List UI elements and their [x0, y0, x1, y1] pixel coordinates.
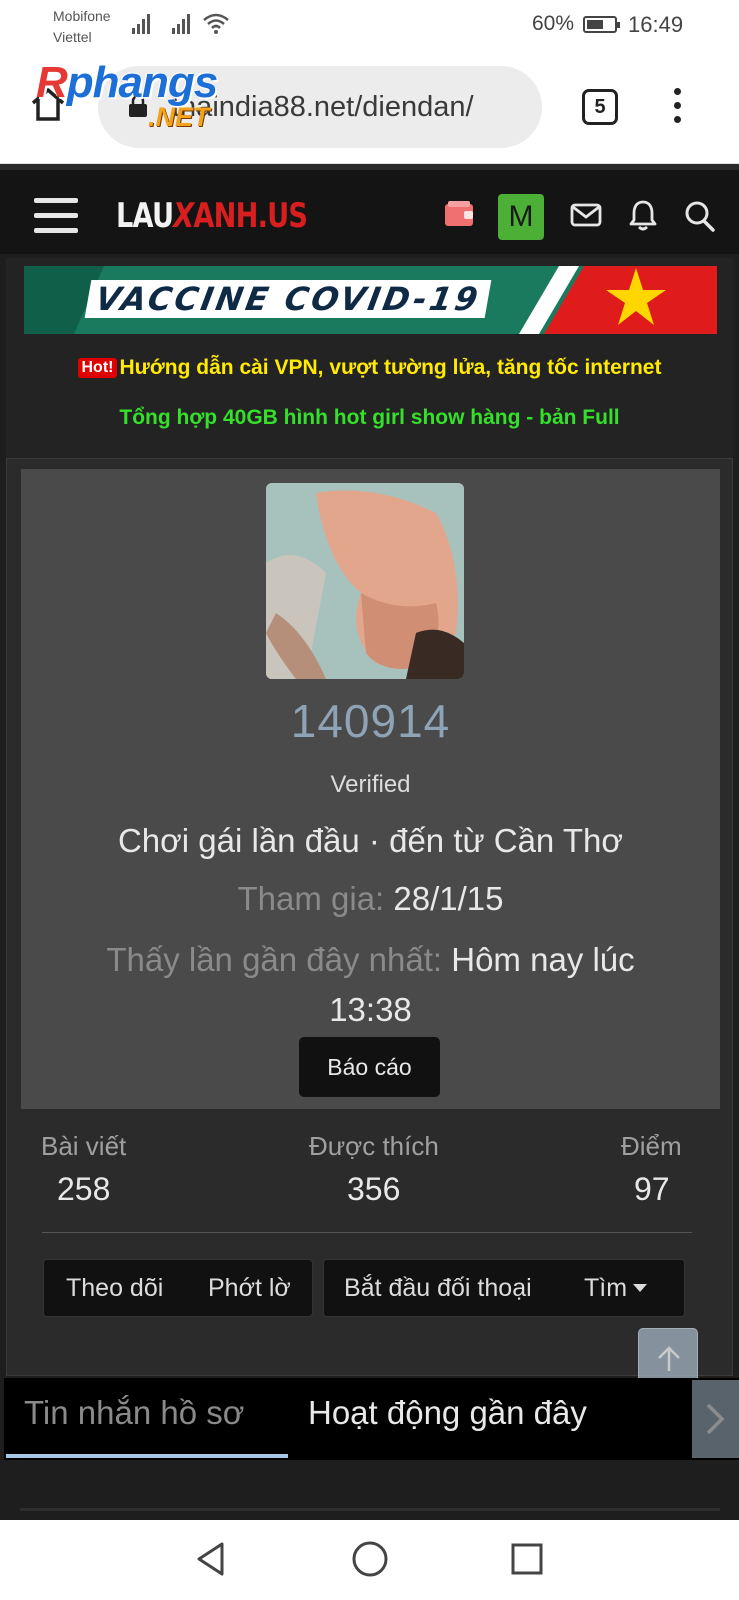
system-nav-bar [0, 1520, 739, 1600]
banner-area: VACCINE COVID-19 Hot! Hướng dẫn cài VPN, … [6, 258, 733, 458]
tabs-scroll-right-button[interactable] [692, 1380, 739, 1458]
home-circle-icon[interactable] [351, 1540, 389, 1578]
profile-tabs: Tin nhắn hồ sơ Hoạt động gần đây [4, 1378, 739, 1460]
profile-role: Verified [330, 771, 411, 798]
joined-value: 28/1/15 [393, 880, 504, 917]
stat-points-value[interactable]: 97 [634, 1171, 670, 1208]
clock: 16:49 [628, 12, 684, 37]
content-below [0, 1460, 739, 1520]
profile-joined: Tham gia: 28/1/15 [21, 880, 720, 918]
arrow-up-icon [658, 1346, 680, 1371]
site-logo[interactable]: LAUXANH.US [116, 196, 308, 236]
promo-link-download[interactable]: Tổng hợp 40GB hình hot girl show hàng - … [6, 406, 733, 430]
carrier-2: Viettel [53, 29, 92, 45]
find-dropdown[interactable]: Tìm [584, 1260, 648, 1316]
report-button[interactable]: Báo cáo [299, 1037, 440, 1097]
chevron-down-icon [633, 1284, 648, 1292]
follow-button[interactable]: Theo dõi [66, 1260, 163, 1316]
wallet-icon[interactable] [440, 194, 480, 236]
signal-icon [132, 12, 154, 34]
conversation-find-group: Bắt đầu đối thoại Tìm [323, 1259, 685, 1317]
battery-percent: 60% [532, 12, 575, 35]
tabs-icon[interactable]: 5 [582, 89, 618, 125]
site-header: LAUXANH.US M [0, 164, 739, 254]
profile-username: 140914 [290, 695, 451, 747]
follow-ignore-group: Theo dõi Phớt lờ [43, 1259, 313, 1317]
status-bar: Mobifone Viettel 60% 16:49 [0, 0, 739, 56]
stat-posts-label[interactable]: Bài viết [41, 1131, 126, 1162]
avatar[interactable]: M [498, 194, 544, 240]
covid-banner[interactable]: VACCINE COVID-19 [24, 266, 717, 334]
stat-posts-value[interactable]: 258 [57, 1171, 110, 1208]
profile-section: 140914 Verified Chơi gái lần đầu · đến t… [6, 458, 733, 1376]
avatar-picture [266, 483, 464, 679]
carrier-1: Mobifone [53, 8, 111, 24]
bell-icon[interactable] [623, 194, 663, 236]
ignore-button[interactable]: Phớt lờ [208, 1260, 291, 1316]
active-tab-indicator [6, 1454, 288, 1458]
wifi-icon [203, 13, 229, 34]
carrier-labels: Mobifone Viettel [53, 6, 111, 48]
browser-toolbar: thaindia88.net/diendan/ Rphangs .NET 5 [0, 56, 739, 164]
hot-badge: Hot! [77, 358, 118, 378]
watermark-logo: Rphangs .NET [36, 58, 266, 138]
watermark-sub: .NET [148, 102, 210, 132]
back-icon[interactable] [194, 1540, 228, 1578]
stat-likes-label[interactable]: Được thích [309, 1131, 439, 1162]
profile-avatar-image[interactable] [266, 483, 464, 679]
signal-icon [172, 12, 194, 34]
divider [42, 1232, 692, 1233]
search-icon[interactable] [680, 194, 720, 236]
tab-recent-activity[interactable]: Hoạt động gần đây [308, 1394, 587, 1432]
covid-banner-text: VACCINE COVID-19 [84, 280, 492, 318]
menu-icon[interactable] [672, 86, 682, 126]
battery-icon [583, 16, 620, 33]
mail-icon[interactable] [566, 194, 606, 236]
profile-tagline: Chơi gái lần đầu · đến từ Cần Thơ [117, 822, 624, 859]
profile-card: 140914 Verified Chơi gái lần đầu · đến t… [21, 469, 720, 1109]
stat-likes-value[interactable]: 356 [347, 1171, 400, 1208]
promo-1-text: Hướng dẫn cài VPN, vượt tường lửa, tăng … [119, 356, 662, 379]
joined-label: Tham gia: [237, 880, 385, 917]
stat-points-label[interactable]: Điểm [621, 1131, 682, 1162]
last-seen-label: Thấy lần gần đây nhất: [106, 941, 443, 978]
find-label: Tìm [584, 1274, 628, 1302]
profile-last-seen: Thấy lần gần đây nhất: Hôm nay lúc 13:38 [61, 935, 680, 1035]
recents-icon[interactable] [510, 1540, 544, 1578]
start-conversation-button[interactable]: Bắt đầu đối thoại [344, 1260, 532, 1316]
promo-link-vpn[interactable]: Hot! Hướng dẫn cài VPN, vượt tường lửa, t… [6, 356, 733, 380]
watermark-main: Rphangs [36, 58, 218, 107]
menu-icon[interactable] [34, 198, 78, 234]
tab-profile-posts[interactable]: Tin nhắn hồ sơ [24, 1394, 244, 1432]
chevron-right-icon [706, 1403, 725, 1435]
